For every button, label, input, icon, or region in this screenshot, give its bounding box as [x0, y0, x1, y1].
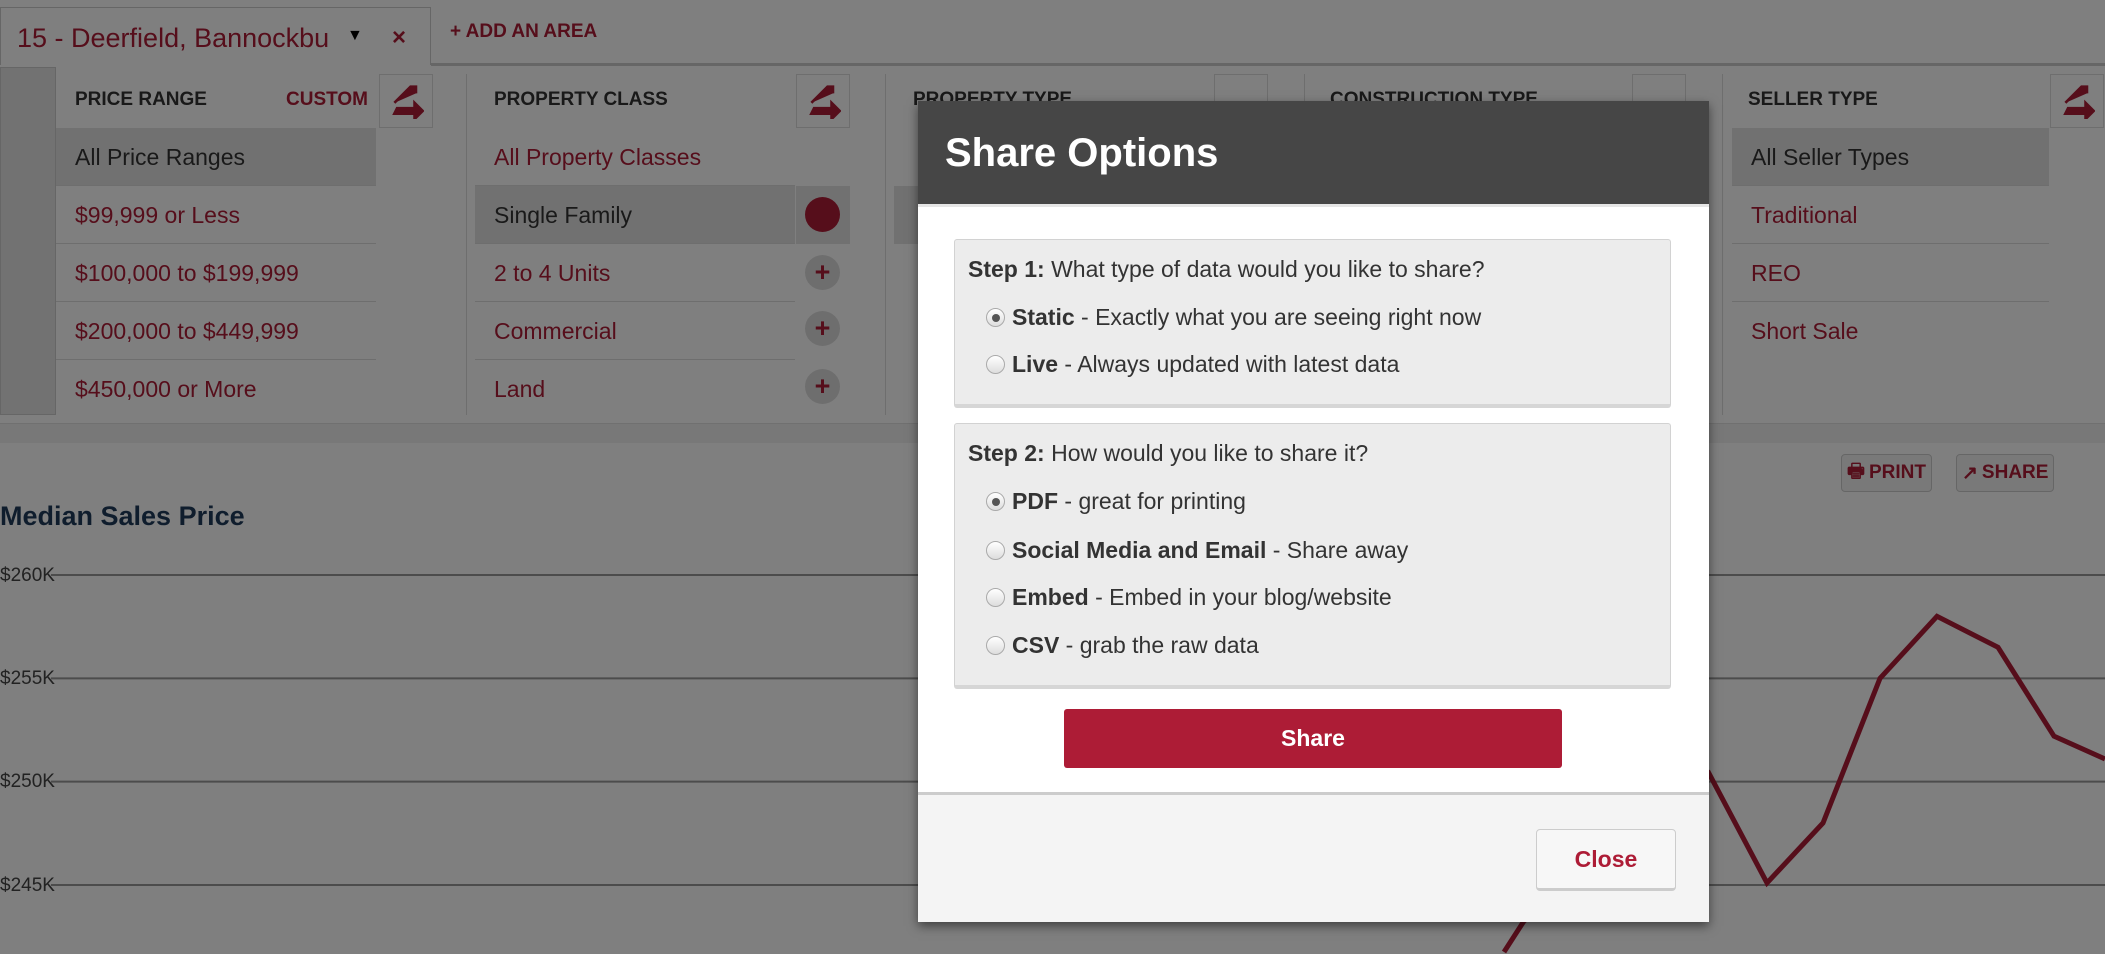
option-name: Static: [1012, 304, 1075, 330]
option-desc: - Exactly what you are seeing right now: [1074, 304, 1482, 330]
option-live[interactable]: Live - Always updated with latest data: [986, 351, 1399, 378]
step1-label: Step 1:: [968, 256, 1045, 282]
step1-text: What type of data would you like to shar…: [1051, 256, 1485, 282]
option-desc: - Always updated with latest data: [1058, 351, 1400, 377]
step2-label: Step 2:: [968, 440, 1045, 466]
option-desc: - Embed in your blog/website: [1088, 584, 1392, 610]
step2-panel: Step 2: How would you like to share it? …: [954, 423, 1671, 689]
radio-pdf[interactable]: [986, 492, 1005, 511]
option-name: Social Media and Email: [1012, 537, 1267, 563]
close-button[interactable]: Close: [1536, 829, 1676, 891]
option-name: Live: [1012, 351, 1059, 377]
share-button[interactable]: Share: [1064, 709, 1562, 768]
option-name: Embed: [1012, 584, 1089, 610]
modal-footer: Close: [918, 792, 1709, 922]
modal-header: Share Options: [918, 101, 1709, 207]
option-embed[interactable]: Embed - Embed in your blog/website: [986, 584, 1392, 611]
radio-live[interactable]: [986, 355, 1005, 374]
option-desc: - great for printing: [1058, 488, 1246, 514]
modal-title: Share Options: [945, 131, 1219, 175]
step2-text: How would you like to share it?: [1051, 440, 1369, 466]
radio-embed[interactable]: [986, 588, 1005, 607]
step1-question: Step 1: What type of data would you like…: [968, 256, 1485, 283]
option-social[interactable]: Social Media and Email - Share away: [986, 537, 1408, 564]
radio-social[interactable]: [986, 541, 1005, 560]
step2-question: Step 2: How would you like to share it?: [968, 440, 1368, 467]
option-desc: - Share away: [1266, 537, 1409, 563]
option-desc: - grab the raw data: [1059, 632, 1259, 658]
option-pdf[interactable]: PDF - great for printing: [986, 488, 1246, 515]
option-name: CSV: [1012, 632, 1060, 658]
step1-panel: Step 1: What type of data would you like…: [954, 239, 1671, 408]
share-options-modal: Share Options Step 1: What type of data …: [918, 101, 1709, 922]
option-csv[interactable]: CSV - grab the raw data: [986, 632, 1259, 659]
page: 15 - Deerfield, Bannockbu ▼ × + ADD AN A…: [0, 0, 2105, 954]
radio-static[interactable]: [986, 308, 1005, 327]
radio-csv[interactable]: [986, 636, 1005, 655]
option-static[interactable]: Static - Exactly what you are seeing rig…: [986, 304, 1481, 331]
option-name: PDF: [1012, 488, 1058, 514]
